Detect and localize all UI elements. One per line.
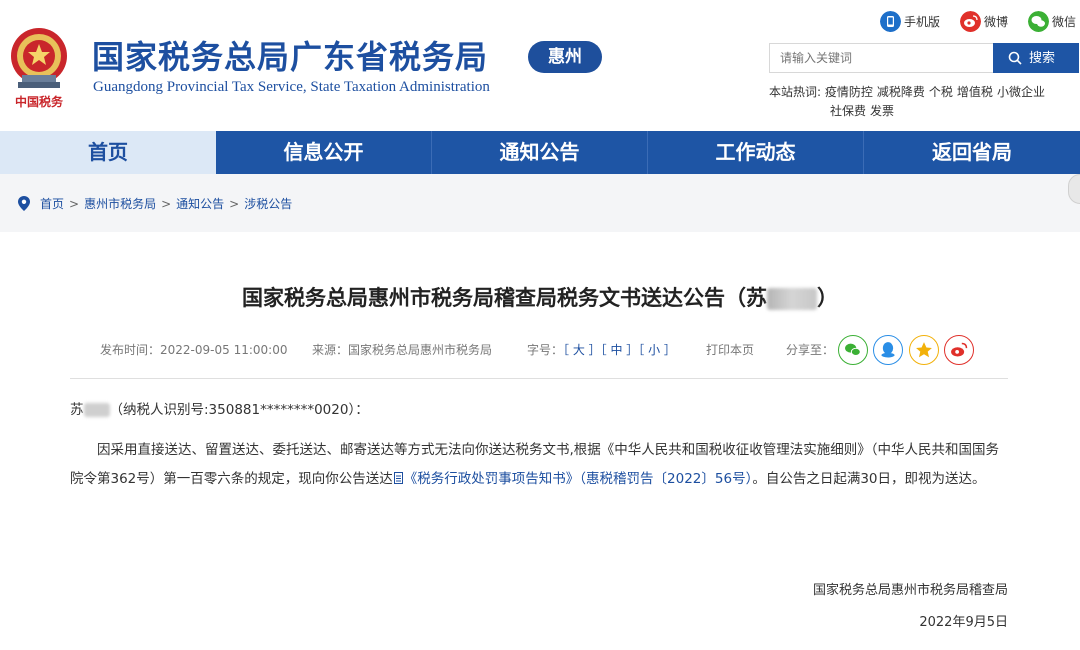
hot-words: 本站热词: 疫情防控减税降费个税增值税小微企业 社保费发票 xyxy=(769,83,1075,121)
publish-date-label: 发布时间： xyxy=(100,343,160,357)
font-size-label: 字号： xyxy=(527,343,563,357)
share-wechat-icon[interactable] xyxy=(838,335,868,365)
breadcrumb-separator: > xyxy=(229,197,239,211)
document-icon xyxy=(394,472,403,484)
article-title-end: ） xyxy=(817,286,838,310)
share-qq-icon[interactable] xyxy=(873,335,903,365)
search-input[interactable] xyxy=(769,43,993,73)
mobile-version-label: 手机版 xyxy=(904,11,940,33)
city-badge: 惠州 xyxy=(528,41,602,73)
weibo-icon xyxy=(960,11,981,32)
logo-text: 中国税务 xyxy=(15,94,64,109)
source-value: 国家税务总局惠州市税务局 xyxy=(348,343,492,357)
hot-word-invoice[interactable]: 发票 xyxy=(870,104,894,118)
nav-notices[interactable]: 通知公告 xyxy=(432,131,648,174)
document-link[interactable]: 《税务行政处罚事项告知书》（惠税稽罚告〔2022〕56号） xyxy=(404,471,753,487)
side-float-button[interactable] xyxy=(1068,174,1080,204)
mobile-icon xyxy=(880,11,901,32)
article-paragraph: 因采用直接送达、留置送达、委托送达、邮寄送达等方式无法向你送达税务文书,根据《中… xyxy=(70,436,1010,494)
font-size-large[interactable]: ［ 大 ］ xyxy=(563,343,601,357)
source-label: 来源： xyxy=(312,343,348,357)
header: 中国税务 国家税务总局广东省税务局 Guangdong Provincial T… xyxy=(0,0,1080,131)
tax-emblem-logo[interactable]: 中国税务 xyxy=(4,20,74,112)
breadcrumb-tax-notices[interactable]: 涉税公告 xyxy=(244,197,292,211)
site-title-english: Guangdong Provincial Tax Service, State … xyxy=(93,79,490,96)
search-icon xyxy=(1008,51,1022,65)
redacted-name-blur xyxy=(84,403,110,417)
meta-divider xyxy=(70,378,1008,379)
hot-word-tax-cut[interactable]: 减税降费 xyxy=(877,85,925,99)
hot-word-social-security[interactable]: 社保费 xyxy=(830,104,866,118)
breadcrumb-home[interactable]: 首页 xyxy=(40,197,64,211)
redacted-name-blur xyxy=(767,288,817,310)
salutation-taxpayer-id: （纳税人识别号:350881********0020）： xyxy=(110,402,369,418)
font-size-medium[interactable]: ［ 中 ］ xyxy=(601,343,639,357)
share-weibo-icon[interactable] xyxy=(944,335,974,365)
article-source: 来源：国家税务总局惠州市税务局 xyxy=(312,335,492,365)
main-nav: 首页 信息公开 通知公告 工作动态 返回省局 xyxy=(0,131,1080,174)
nav-home[interactable]: 首页 xyxy=(0,131,216,174)
article-title: 国家税务总局惠州市税务局稽查局税务文书送达公告（苏 ） xyxy=(0,282,1080,312)
publish-date-value: 2022-09-05 11:00:00 xyxy=(160,343,287,357)
share-qzone-icon[interactable] xyxy=(909,335,939,365)
print-page-link[interactable]: 打印本页 xyxy=(706,335,754,365)
search-button[interactable]: 搜索 xyxy=(993,43,1079,73)
site-title[interactable]: 国家税务总局广东省税务局 xyxy=(92,32,488,78)
breadcrumb-separator: > xyxy=(161,197,171,211)
salutation-name: 苏 xyxy=(70,402,84,418)
article-salutation: 苏 （纳税人识别号:350881********0020）： xyxy=(70,396,1010,425)
nav-work-news[interactable]: 工作动态 xyxy=(648,131,864,174)
article-title-text: 国家税务总局惠州市税务局稽查局税务文书送达公告（苏 xyxy=(242,286,767,310)
breadcrumb-notices[interactable]: 通知公告 xyxy=(176,197,224,211)
location-pin-icon xyxy=(18,196,30,211)
hot-word-epidemic[interactable]: 疫情防控 xyxy=(825,85,873,99)
breadcrumb-huizhou-bureau[interactable]: 惠州市税务局 xyxy=(84,197,156,211)
hot-word-vat[interactable]: 增值税 xyxy=(957,85,993,99)
share-label: 分享至： xyxy=(786,335,834,365)
page: 中国税务 国家税务总局广东省税务局 Guangdong Provincial T… xyxy=(0,0,1080,650)
font-size-small[interactable]: ［ 小 ］ xyxy=(638,343,676,357)
font-size-control: 字号：［ 大 ］［ 中 ］［ 小 ］ xyxy=(527,335,676,365)
weibo-label: 微博 xyxy=(984,11,1008,33)
signature-organization: 国家税务总局惠州市税务局稽查局 xyxy=(813,579,1008,598)
search-button-label: 搜索 xyxy=(1029,43,1055,73)
paragraph-text-part2: 。自公告之日起满30日，即视为送达。 xyxy=(752,471,985,487)
signature-date: 2022年9月5日 xyxy=(919,611,1008,630)
article-container: 国家税务总局惠州市税务局稽查局税务文书送达公告（苏 ） 发布时间：2022-09-… xyxy=(0,232,1080,650)
hot-word-iit[interactable]: 个税 xyxy=(929,85,953,99)
wechat-label: 微信 xyxy=(1052,11,1076,33)
wechat-icon xyxy=(1028,11,1049,32)
nav-info-disclosure[interactable]: 信息公开 xyxy=(216,131,432,174)
hot-word-small-business[interactable]: 小微企业 xyxy=(997,85,1045,99)
nav-back-to-province[interactable]: 返回省局 xyxy=(864,131,1080,174)
breadcrumb-separator: > xyxy=(69,197,79,211)
hot-words-label: 本站热词: xyxy=(769,85,821,99)
publish-date: 发布时间：2022-09-05 11:00:00 xyxy=(100,335,287,365)
